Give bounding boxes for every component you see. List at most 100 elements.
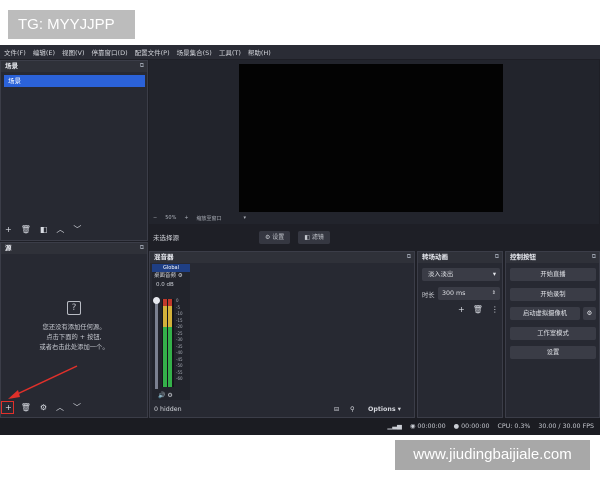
question-icon: ?: [67, 301, 81, 315]
transitions-dock: 转场动画 ⧉ 淡入淡出 ▾ 时长 300 ms ⇕ + 🗑 ⋮: [417, 251, 503, 418]
transition-toolbar: + 🗑 ⋮: [458, 305, 499, 314]
zoom-out-icon[interactable]: −: [153, 215, 157, 221]
chevron-up-icon[interactable]: ︿: [56, 402, 64, 413]
record-status: ● 00:00:00: [453, 423, 490, 430]
menu-edit[interactable]: 编辑(E): [33, 47, 55, 57]
sources-empty-state[interactable]: ? 您还没有添加任何源。 点击下面的 + 按钮, 或者右击此处添加一个。: [1, 301, 147, 353]
more-icon[interactable]: ⋮: [491, 305, 499, 314]
source-context-bar: 未选择源 ⚙ 设置 ◧ 滤镜: [149, 228, 599, 246]
channel-name: 桌面音频 ⚙: [152, 272, 190, 281]
annotation-highlight-box: [1, 401, 14, 414]
menu-view[interactable]: 视图(V): [62, 47, 85, 57]
transition-select[interactable]: 淡入淡出 ▾: [422, 268, 500, 281]
mixer-bottom-bar: 0 hidden ⊟ ⚲ Options ▾: [150, 402, 414, 417]
add-icon[interactable]: +: [458, 305, 465, 314]
obs-window: 文件(F) 编辑(E) 视图(V) 停靠窗口(D) 配置文件(P) 场景集合(S…: [0, 45, 600, 435]
layout-icon[interactable]: ⊟: [334, 406, 350, 413]
track-label: Global: [152, 264, 190, 272]
source-settings-button[interactable]: ⚙ 设置: [259, 230, 291, 244]
duration-value: 300 ms: [442, 290, 466, 297]
menu-help[interactable]: 帮助(H): [248, 47, 271, 57]
gear-icon[interactable]: ⚙: [40, 403, 47, 412]
volume-slider[interactable]: [153, 297, 160, 389]
scene-list-item[interactable]: 场景: [4, 75, 145, 87]
channel-controls: 🔊 ⚙: [158, 392, 173, 399]
virtual-camera-settings-button[interactable]: ⚙: [583, 307, 596, 320]
zoom-in-icon[interactable]: +: [184, 215, 188, 221]
record-time: 00:00:00: [461, 423, 490, 430]
filter-icon[interactable]: ◧: [40, 225, 48, 234]
chevron-down-icon[interactable]: ﹀: [73, 402, 81, 413]
watermark-tag: TG: MYYJJPP: [8, 10, 135, 39]
transitions-title: 转场动画: [418, 252, 502, 263]
settings-button[interactable]: 设置: [510, 346, 596, 359]
menu-bar: 文件(F) 编辑(E) 视图(V) 停靠窗口(D) 配置文件(P) 场景集合(S…: [0, 45, 600, 59]
channel-name-label: 桌面音频: [154, 273, 177, 279]
level-meter: [162, 299, 174, 387]
menu-tools[interactable]: 工具(T): [219, 47, 241, 57]
controls-dock: 控制按钮 ⧉ 开始直播 开始录制 启动虚拟摄像机 ⚙ 工作室模式 设置: [505, 251, 600, 418]
transition-type-label: 淡入淡出: [428, 271, 454, 278]
start-stream-button[interactable]: 开始直播: [510, 268, 596, 281]
sources-title: 源: [1, 243, 147, 254]
menu-scene-collection[interactable]: 场景集合(S): [177, 47, 212, 57]
chevron-down-icon[interactable]: ▾: [244, 215, 247, 221]
options-button[interactable]: Options ▾: [368, 406, 401, 413]
duration-spinbox[interactable]: 300 ms ⇕: [438, 287, 500, 300]
gear-icon[interactable]: ⚙: [178, 273, 183, 279]
advanced-audio-icon[interactable]: ⚲: [350, 406, 368, 413]
fps-readout: 30.00 / 30.00 FPS: [538, 423, 594, 430]
menu-file[interactable]: 文件(F): [4, 47, 26, 57]
menu-profile[interactable]: 配置文件(P): [135, 47, 170, 57]
zoom-level: 50%: [165, 215, 177, 221]
empty-hint-line: 您还没有添加任何源。: [42, 324, 106, 331]
slider-handle[interactable]: [153, 297, 160, 304]
scale-tick: -60: [176, 376, 183, 381]
trash-icon[interactable]: 🗑: [473, 305, 483, 314]
dock-float-icon[interactable]: ⧉: [592, 253, 596, 261]
trash-icon[interactable]: 🗑: [21, 403, 31, 412]
start-record-button[interactable]: 开始录制: [510, 288, 596, 301]
spin-icon[interactable]: ⇕: [492, 287, 496, 300]
mixer-title: 混音器: [150, 252, 414, 263]
options-label: Options: [368, 406, 396, 413]
watermark-url: www.jiudingbaijiale.com: [395, 440, 590, 470]
chevron-down-icon: ▾: [492, 271, 496, 278]
menu-docks[interactable]: 停靠窗口(D): [92, 47, 128, 57]
empty-hint-line: 点击下面的 + 按钮,: [46, 334, 102, 341]
scenes-title: 场景: [1, 61, 147, 72]
studio-mode-button[interactable]: 工作室模式: [510, 327, 596, 340]
scale-mode-label[interactable]: 缩放至窗口: [197, 215, 222, 222]
speaker-icon[interactable]: 🔊: [158, 392, 165, 399]
meter-left: [163, 299, 167, 387]
stream-status: ◉ 00:00:00: [409, 423, 446, 430]
volume-level: 0.0 dB: [156, 282, 174, 288]
signal-icon: ▁▃▅: [387, 423, 402, 430]
mixer-channel: Global 桌面音频 ⚙ 0.0 dB 0 -5 -10 -15 -20 -2…: [152, 264, 190, 400]
empty-hint-line: 或者右击此处添加一个。: [39, 344, 109, 351]
scale-tick: -50: [176, 363, 183, 368]
source-settings-label: 设置: [272, 233, 285, 241]
cpu-usage: CPU: 0.3%: [497, 423, 531, 430]
duration-label: 时长: [422, 292, 435, 299]
scale-tick: -30: [176, 337, 183, 342]
source-filters-button[interactable]: ◧ 滤镜: [298, 230, 330, 244]
dock-float-icon[interactable]: ⧉: [140, 244, 144, 252]
dock-float-icon[interactable]: ⧉: [140, 62, 144, 70]
scale-tick: -10: [176, 311, 183, 316]
scenes-dock: 场景 ⧉ 场景 + 🗑 ◧ ︿ ﹀: [0, 60, 148, 241]
virtual-camera-button[interactable]: 启动虚拟摄像机: [510, 307, 580, 320]
chevron-up-icon[interactable]: ︿: [56, 224, 64, 235]
trash-icon[interactable]: 🗑: [21, 225, 31, 234]
stream-time: 00:00:00: [417, 423, 446, 430]
scale-tick: -20: [176, 324, 183, 329]
preview-canvas[interactable]: [239, 64, 503, 212]
gear-icon[interactable]: ⚙: [167, 392, 172, 399]
dock-float-icon[interactable]: ⧉: [407, 253, 411, 261]
zoom-bar: − 50% + 缩放至窗口 ▾: [149, 213, 600, 223]
source-filters-label: 滤镜: [311, 233, 324, 241]
meter-right: [168, 299, 172, 387]
dock-float-icon[interactable]: ⧉: [495, 253, 499, 261]
chevron-down-icon[interactable]: ﹀: [73, 224, 81, 235]
add-icon[interactable]: +: [5, 225, 12, 234]
